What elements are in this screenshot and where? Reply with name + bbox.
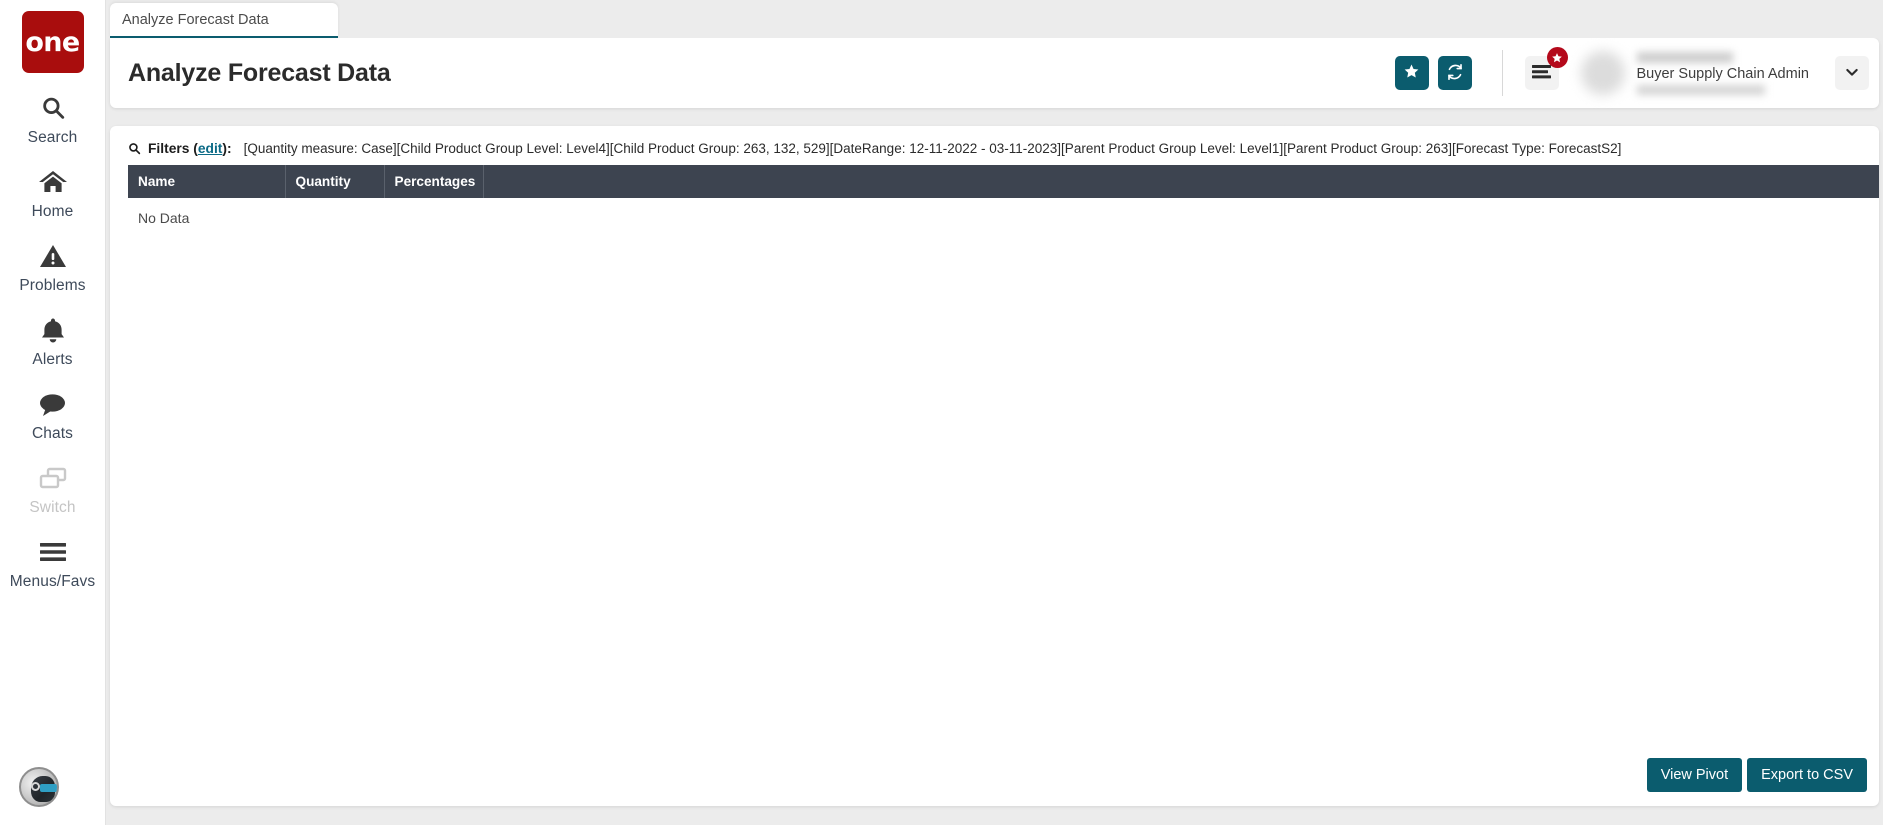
table-body: No Data [128,198,1879,226]
sidebar-item-label: Problems [19,277,86,294]
robot-eye-shape [31,782,40,791]
home-icon [38,165,68,199]
content-panel: Filters (edit): [Quantity measure: Case]… [110,126,1879,806]
page-title: Analyze Forecast Data [128,58,391,87]
robot-avatar-icon[interactable] [19,767,59,807]
column-header-blank [483,165,1879,198]
avatar [1580,51,1625,95]
user-info: Buyer Supply Chain Admin [1619,47,1810,99]
refresh-button[interactable] [1437,56,1472,90]
filters-value: [Quantity measure: Case][Child Product G… [243,141,1622,156]
filters-label-end: ): [222,141,232,156]
sidebar-item-label: Search [27,129,78,146]
sidebar-item-search[interactable]: Search [0,73,106,147]
filters-bar: Filters (edit): [Quantity measure: Case]… [110,126,1879,165]
brand-logo-text: one [25,26,80,58]
column-header-percentages[interactable]: Percentages [384,165,484,198]
sidebar-item-chats[interactable]: Chats [0,369,106,443]
table-empty-row: No Data [128,198,1879,226]
tab-label: Analyze Forecast Data [122,11,269,28]
view-pivot-button[interactable]: View Pivot [1646,758,1743,792]
user-role: Buyer Supply Chain Admin [1636,65,1810,82]
chat-icon [38,387,67,421]
table-header: Name Quantity Percentages [128,165,1879,198]
brand-logo[interactable]: one [21,11,84,73]
tab-analyze-forecast-data[interactable]: Analyze Forecast Data [110,3,338,38]
robot-visor-shape [40,784,57,792]
tab-bar: Analyze Forecast Data [106,0,1883,38]
sidebar-item-problems[interactable]: Problems [0,221,106,295]
filters-edit-link[interactable]: edit [198,141,223,156]
no-data-message: No Data [138,210,190,226]
user-name-redacted [1636,51,1733,63]
filters-label-start: Filters ( [148,141,198,156]
hamburger-icon [1532,64,1551,82]
filters-label: Filters (edit): [148,141,232,156]
star-badge-icon [1546,47,1568,68]
hamburger-icon [38,535,68,569]
column-header-name[interactable]: Name [128,165,286,198]
sidebar-item-label: Switch [29,499,76,516]
header-actions: Buyer Supply Chain Admin [1386,38,1880,108]
sidebar-item-home[interactable]: Home [0,147,106,221]
export-csv-button[interactable]: Export to CSV [1747,758,1867,792]
user-menu[interactable]: Buyer Supply Chain Admin [1580,47,1810,99]
sidebar-item-label: Home [31,203,74,220]
search-icon [40,91,66,125]
header-menu-button[interactable] [1524,47,1568,90]
table-actions: View Pivot Export to CSV [1646,758,1867,792]
user-menu-toggle[interactable] [1835,56,1869,90]
bell-icon [40,313,66,347]
sidebar-item-label: Alerts [32,351,73,368]
user-email-redacted [1636,84,1765,95]
sidebar-item-alerts[interactable]: Alerts [0,295,106,369]
table-header-row: Name Quantity Percentages [128,165,1879,198]
forecast-data-table: Name Quantity Percentages No Data [128,165,1879,226]
column-header-quantity[interactable]: Quantity [285,165,385,198]
search-icon [128,142,141,158]
refresh-icon [1446,63,1464,84]
primary-sidebar: one Search Home Problems Alerts Chats Sw… [0,0,106,825]
warning-icon [39,239,67,273]
sidebar-item-switch[interactable]: Switch [0,443,106,517]
star-icon [1403,63,1420,83]
sidebar-item-label: Menus/Favs [9,573,96,590]
sidebar-item-menus-favs[interactable]: Menus/Favs [0,517,106,591]
sidebar-item-label: Chats [32,425,73,442]
page-header: Analyze Forecast Data Buyer Supply Chain… [110,38,1879,108]
favorite-button[interactable] [1394,56,1429,90]
header-divider [1501,50,1503,96]
chevron-down-icon [1844,64,1860,83]
switch-icon [39,461,67,495]
